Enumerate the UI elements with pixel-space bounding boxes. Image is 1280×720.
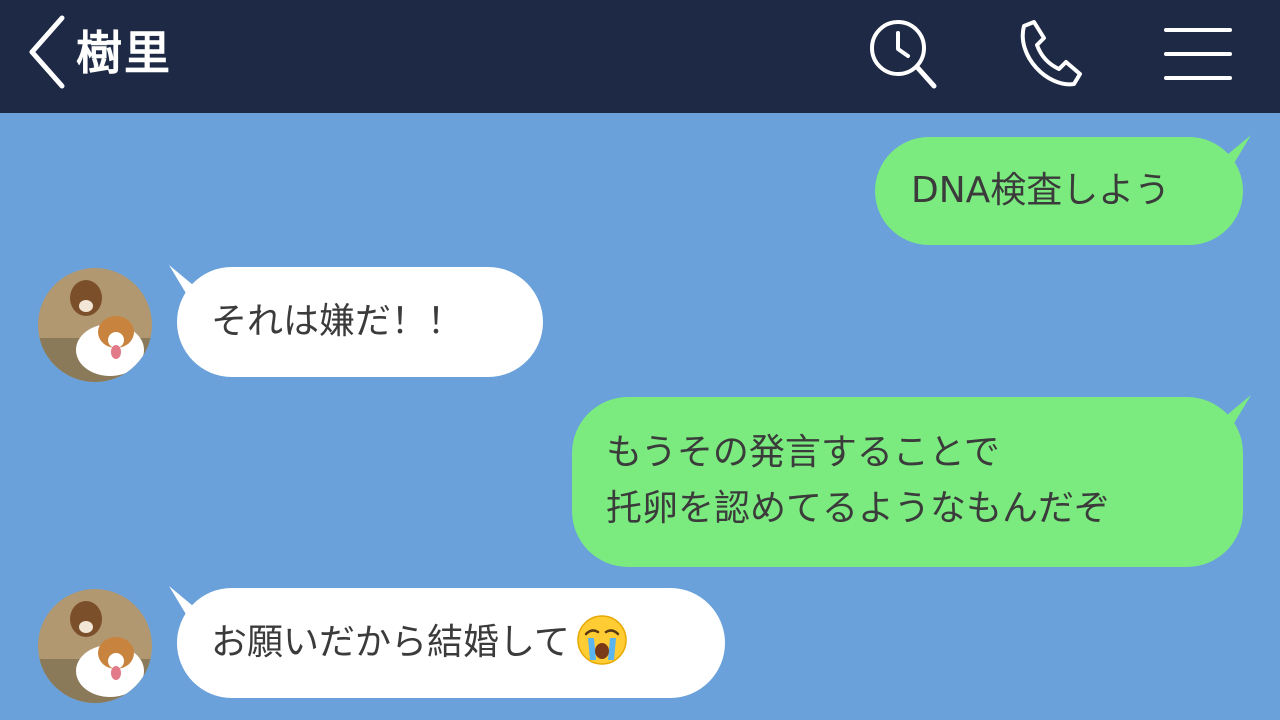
contact-name: 樹里 — [76, 26, 172, 80]
message-text: それは嫌だ！！ — [211, 301, 464, 342]
chat-header: 樹里 — [0, 0, 1280, 113]
message-line: 托卵を認めてるようなもんだぞ — [606, 488, 1111, 529]
phone-icon — [1020, 20, 1082, 87]
incoming-message[interactable]: お願いだから結婚して — [169, 586, 725, 698]
message-line: もうその発言することで — [606, 432, 1000, 473]
call-button[interactable] — [1010, 18, 1082, 90]
outgoing-message[interactable]: DNA検査しよう — [875, 135, 1251, 245]
dog-avatar — [38, 589, 152, 703]
menu-button[interactable] — [1162, 18, 1234, 90]
bubble-tail — [1215, 395, 1255, 425]
message-text: お願いだから結婚して — [211, 622, 570, 663]
crying-face-emoji — [576, 614, 628, 666]
hamburger-menu-icon — [1164, 28, 1232, 80]
search-clock-icon — [870, 20, 937, 89]
outgoing-message[interactable]: もうその発言することで 托卵を認めてるようなもんだぞ — [572, 395, 1251, 567]
incoming-message[interactable]: それは嫌だ！！ — [169, 265, 543, 377]
bubble-tail — [165, 586, 205, 616]
dog-avatar — [38, 268, 152, 382]
message-text: DNA検査しよう — [911, 170, 1171, 211]
chat-area[interactable]: DNA検査しよう それは嫌だ！！ もうその発言することで 托卵を認めてるようなも… — [0, 113, 1280, 720]
chevron-left-icon — [29, 15, 65, 89]
search-button[interactable] — [866, 18, 938, 90]
bubble-tail — [1215, 135, 1255, 165]
contact-avatar[interactable] — [38, 268, 152, 382]
bubble-tail — [165, 265, 205, 295]
back-button[interactable] — [24, 14, 70, 90]
contact-avatar[interactable] — [38, 589, 152, 703]
